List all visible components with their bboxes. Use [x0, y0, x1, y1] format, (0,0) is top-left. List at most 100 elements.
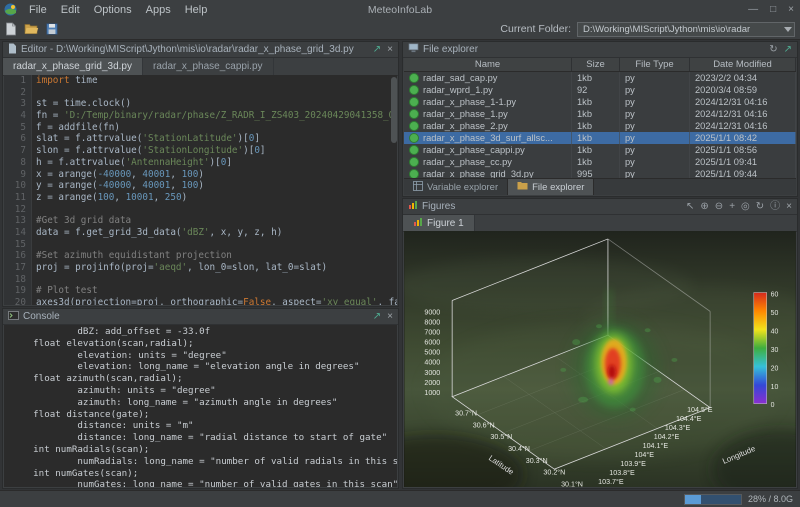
file-table-header[interactable]: NameSizeFile TypeDate Modified: [404, 58, 796, 72]
file-explorer-header: File explorer ↻↗: [403, 42, 797, 58]
file-name: radar_sad_cap.py: [423, 73, 497, 83]
svg-text:104.5°E: 104.5°E: [687, 406, 713, 414]
meteoinfolab-window: FileEditOptionsAppsHelp MeteoInfoLab —□×…: [0, 0, 800, 507]
editor-scrollbar[interactable]: [391, 75, 397, 305]
py-file-icon: [409, 121, 419, 131]
console-line: numRadials: long_name = "number of valid…: [11, 456, 397, 468]
code-line[interactable]: 9x = arange(-40000, 40001, 100): [4, 169, 397, 181]
code-line[interactable]: 8h = f.attrvalue('AntennaHeight')[0]: [4, 157, 397, 169]
file-name: radar_x_phase_2.py: [423, 121, 508, 131]
code-line[interactable]: 4fn = 'D:/Temp/binary/radar/phase/Z_RADR…: [4, 110, 397, 122]
table-row[interactable]: radar_x_phase_grid_3d.py995py2025/1/1 09…: [404, 168, 796, 178]
console-title: Console: [23, 311, 60, 322]
float-icon[interactable]: ↗: [784, 45, 792, 55]
close-icon[interactable]: ×: [387, 312, 393, 322]
editor-tab[interactable]: radar_x_phase_grid_3d.py: [3, 58, 143, 75]
pan-icon[interactable]: +: [729, 202, 735, 212]
table-row[interactable]: radar_x_phase_3d_surf_allsc...1kbpy2025/…: [404, 132, 796, 144]
current-folder-label: Current Folder:: [500, 23, 571, 35]
table-row[interactable]: radar_x_phase_cappi.py1kbpy2025/1/1 08:5…: [404, 144, 796, 156]
column-header-name[interactable]: Name: [404, 58, 572, 71]
current-folder-combobox[interactable]: D:\Working\MIScript\Jython\mis\io\radar: [577, 22, 795, 37]
figure-tab[interactable]: Figure 1: [403, 215, 475, 231]
menu-apps[interactable]: Apps: [139, 4, 178, 16]
minimize-icon[interactable]: —: [748, 5, 758, 15]
code-line[interactable]: 6slat = f.attrvalue('StationLatitude')[0…: [4, 133, 397, 145]
new-file-icon[interactable]: [5, 22, 17, 36]
console-line: float azimuth(scan,radial);: [11, 373, 397, 385]
save-file-icon[interactable]: [46, 23, 58, 35]
code-line[interactable]: 5f = addfile(fn): [4, 122, 397, 134]
column-header-size[interactable]: Size: [572, 58, 620, 71]
code-line[interactable]: 15: [4, 239, 397, 251]
chevron-down-icon[interactable]: [784, 27, 792, 32]
code-line[interactable]: 7slon = f.attrvalue('StationLongitude')[…: [4, 145, 397, 157]
file-type: py: [620, 84, 690, 96]
full-extent-icon[interactable]: ◎: [741, 202, 750, 212]
menu-help[interactable]: Help: [178, 4, 215, 16]
code-line[interactable]: 20axes3d(projection=proj, orthographic=F…: [4, 297, 397, 305]
colorbar: [754, 293, 767, 404]
close-icon[interactable]: ×: [786, 202, 792, 212]
memory-indicator[interactable]: [684, 494, 742, 505]
svg-text:10: 10: [771, 384, 779, 391]
close-icon[interactable]: ×: [788, 5, 794, 15]
file-size: 92: [572, 84, 620, 96]
float-icon[interactable]: ↗: [373, 312, 381, 322]
table-row[interactable]: radar_x_phase_1.py1kbpy2024/12/31 04:16: [404, 108, 796, 120]
table-row[interactable]: radar_x_phase_1-1.py1kbpy2024/12/31 04:1…: [404, 96, 796, 108]
tab-file-explorer[interactable]: File explorer: [508, 179, 594, 195]
svg-text:3000: 3000: [424, 369, 440, 377]
py-file-icon: [409, 157, 419, 167]
menu-file[interactable]: File: [22, 4, 54, 16]
code-line[interactable]: 19# Plot test: [4, 285, 397, 297]
code-line[interactable]: 3st = time.clock(): [4, 98, 397, 110]
table-row[interactable]: radar_x_phase_cc.py1kbpy2025/1/1 09:41: [404, 156, 796, 168]
code-line[interactable]: 18: [4, 274, 397, 286]
zoom-out-icon[interactable]: ⊖: [715, 202, 723, 212]
code-area[interactable]: 1import time23st = time.clock()4fn = 'D:…: [4, 75, 397, 305]
close-icon[interactable]: ×: [387, 45, 393, 55]
float-icon[interactable]: ↗: [373, 45, 381, 55]
svg-text:4000: 4000: [424, 359, 440, 367]
figure-canvas[interactable]: 6050403020100 90008000700060005000400030…: [404, 231, 796, 487]
code-line[interactable]: 16#Set azimuth equidistant projection: [4, 250, 397, 262]
main-toolbar: Current Folder: D:\Working\MIScript\Jyth…: [0, 19, 800, 40]
code-line[interactable]: 10y = arange(-40000, 40001, 100): [4, 180, 397, 192]
column-header-date-modified[interactable]: Date Modified: [690, 58, 796, 71]
svg-text:9000: 9000: [424, 308, 440, 316]
radar-3d-plot[interactable]: 6050403020100 90008000700060005000400030…: [404, 231, 796, 487]
document-icon: [8, 43, 17, 57]
menu-options[interactable]: Options: [87, 4, 139, 16]
table-row[interactable]: radar_sad_cap.py1kbpy2023/2/2 04:34: [404, 72, 796, 84]
maximize-icon[interactable]: □: [770, 5, 776, 15]
console-output[interactable]: dBZ: add_offset = -33.0f float elevation…: [4, 325, 397, 487]
code-line[interactable]: 13#Get 3d grid data: [4, 215, 397, 227]
file-size: 1kb: [572, 108, 620, 120]
info-icon[interactable]: ⓘ: [770, 202, 780, 212]
menu-edit[interactable]: Edit: [54, 4, 87, 16]
open-file-icon[interactable]: [24, 23, 39, 35]
code-line[interactable]: 1import time: [4, 75, 397, 87]
pointer-icon[interactable]: ↖: [686, 202, 694, 212]
py-file-icon: [409, 73, 419, 83]
svg-text:20: 20: [771, 365, 779, 372]
editor-tab[interactable]: radar_x_phase_cappi.py: [143, 58, 274, 75]
table-row[interactable]: radar_wprd_1.py92py2020/3/4 08:59: [404, 84, 796, 96]
code-line[interactable]: 12: [4, 204, 397, 216]
code-line[interactable]: 11z = arange(100, 10001, 250): [4, 192, 397, 204]
code-line[interactable]: 17proj = projinfo(proj='aeqd', lon_0=slo…: [4, 262, 397, 274]
zoom-in-icon[interactable]: ⊕: [700, 202, 708, 212]
tab-variable-explorer[interactable]: Variable explorer: [404, 179, 508, 195]
column-header-file-type[interactable]: File Type: [620, 58, 690, 71]
table-row[interactable]: radar_x_phase_2.py1kbpy2024/12/31 04:16: [404, 120, 796, 132]
svg-text:30: 30: [771, 347, 779, 354]
rotate-icon[interactable]: ↻: [756, 202, 764, 212]
figures-title: Figures: [422, 201, 455, 212]
code-line[interactable]: 14data = f.get_grid_3d_data('dBZ', x, y,…: [4, 227, 397, 239]
py-file-icon: [409, 109, 419, 119]
py-file-icon: [409, 133, 419, 143]
code-line[interactable]: 2: [4, 87, 397, 99]
file-date: 2024/12/31 04:16: [690, 108, 796, 120]
refresh-icon[interactable]: ↻: [769, 45, 777, 55]
